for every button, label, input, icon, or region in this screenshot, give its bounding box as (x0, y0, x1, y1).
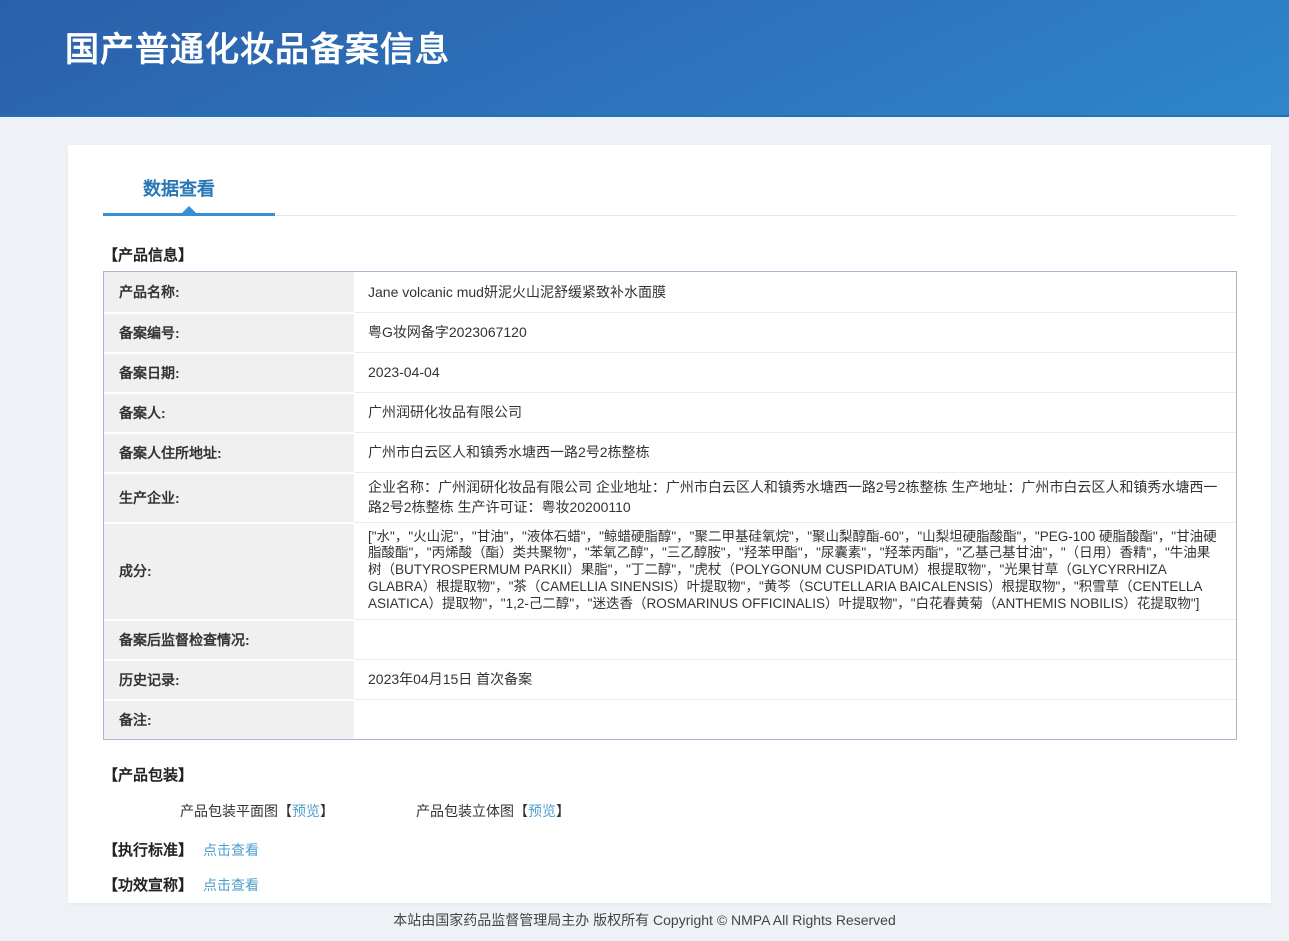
active-tab-arrow-icon (182, 206, 196, 213)
row-value: 广州润研化妆品有限公司 (354, 392, 1236, 432)
table-row-ingredients: 成分: ["水"，"火山泥"，"甘油"，"液体石蜡"，"鲸蜡硬脂醇"，"聚二甲基… (104, 522, 1236, 619)
row-value: 企业名称：广州润研化妆品有限公司 企业地址：广州市白云区人和镇秀水塘西一路2号2… (354, 472, 1236, 522)
efficacy-row: 【功效宣称】点击查看 (103, 874, 1271, 895)
page-title: 国产普通化妆品备案信息 (0, 0, 1289, 71)
row-value (354, 619, 1236, 659)
efficacy-label: 【功效宣称】 (103, 877, 193, 894)
packaging-section-title: 【产品包装】 (103, 764, 1271, 785)
content-card: 数据查看 【产品信息】 产品名称: Jane volcanic mud妍泥火山泥… (68, 145, 1271, 903)
row-label: 备注: (104, 699, 354, 739)
row-label: 备案后监督检查情况: (104, 619, 354, 659)
packaging-stereo-preview-link[interactable]: 预览 (528, 801, 556, 821)
packaging-row: 产品包装平面图【预览】 产品包装立体图 【预览】 (180, 801, 1271, 821)
row-label: 历史记录: (104, 659, 354, 699)
table-row-filing-number: 备案编号: 粤G妆网备字2023067120 (104, 312, 1236, 352)
row-label: 成分: (104, 522, 354, 619)
efficacy-view-link[interactable]: 点击查看 (203, 877, 259, 893)
row-label: 备案日期: (104, 352, 354, 392)
row-value: 2023-04-04 (354, 352, 1236, 392)
row-label: 生产企业: (104, 472, 354, 522)
row-value: Jane volcanic mud妍泥火山泥舒缓紧致补水面膜 (354, 272, 1236, 312)
row-label: 产品名称: (104, 272, 354, 312)
row-value: 2023年04月15日 首次备案 (354, 659, 1236, 699)
bracket-open: 【 (278, 801, 292, 821)
row-label: 备案编号: (104, 312, 354, 352)
table-row-supervision: 备案后监督检查情况: (104, 619, 1236, 659)
row-value: 粤G妆网备字2023067120 (354, 312, 1236, 352)
table-row-filer-address: 备案人住所地址: 广州市白云区人和镇秀水塘西一路2号2栋整栋 (104, 432, 1236, 472)
packaging-flat-label: 产品包装平面图 (180, 801, 278, 821)
row-label: 备案人住所地址: (104, 432, 354, 472)
bracket-open: 【 (514, 801, 528, 821)
table-row-remarks: 备注: (104, 699, 1236, 739)
product-info-table: 产品名称: Jane volcanic mud妍泥火山泥舒缓紧致补水面膜 备案编… (103, 271, 1237, 740)
row-value: ["水"，"火山泥"，"甘油"，"液体石蜡"，"鲸蜡硬脂醇"，"聚二甲基硅氧烷"… (354, 522, 1236, 619)
row-label: 备案人: (104, 392, 354, 432)
active-tab-underline (103, 213, 275, 216)
standards-row: 【执行标准】点击查看 (103, 839, 1271, 860)
table-row-product-name: 产品名称: Jane volcanic mud妍泥火山泥舒缓紧致补水面膜 (104, 272, 1236, 312)
bracket-close: 】 (556, 801, 570, 821)
row-value (354, 699, 1236, 739)
tab-divider (103, 215, 1237, 216)
header-banner: 国产普通化妆品备案信息 (0, 0, 1289, 117)
packaging-flat-preview-link[interactable]: 预览 (292, 801, 320, 821)
tab-bar: 数据查看 (68, 145, 1271, 216)
standards-label: 【执行标准】 (103, 842, 193, 859)
row-value: 广州市白云区人和镇秀水塘西一路2号2栋整栋 (354, 432, 1236, 472)
table-row-manufacturer: 生产企业: 企业名称：广州润研化妆品有限公司 企业地址：广州市白云区人和镇秀水塘… (104, 472, 1236, 522)
standards-view-link[interactable]: 点击查看 (203, 842, 259, 858)
table-row-history: 历史记录: 2023年04月15日 首次备案 (104, 659, 1236, 699)
tab-data-view[interactable]: 数据查看 (143, 175, 215, 215)
footer-copyright: 本站由国家药品监督管理局主办 版权所有 Copyright © NMPA All… (0, 910, 1289, 930)
packaging-stereo-label: 产品包装立体图 (416, 801, 514, 821)
product-info-section-title: 【产品信息】 (103, 244, 1271, 265)
bracket-close: 】 (320, 801, 334, 821)
table-row-filer: 备案人: 广州润研化妆品有限公司 (104, 392, 1236, 432)
table-row-filing-date: 备案日期: 2023-04-04 (104, 352, 1236, 392)
